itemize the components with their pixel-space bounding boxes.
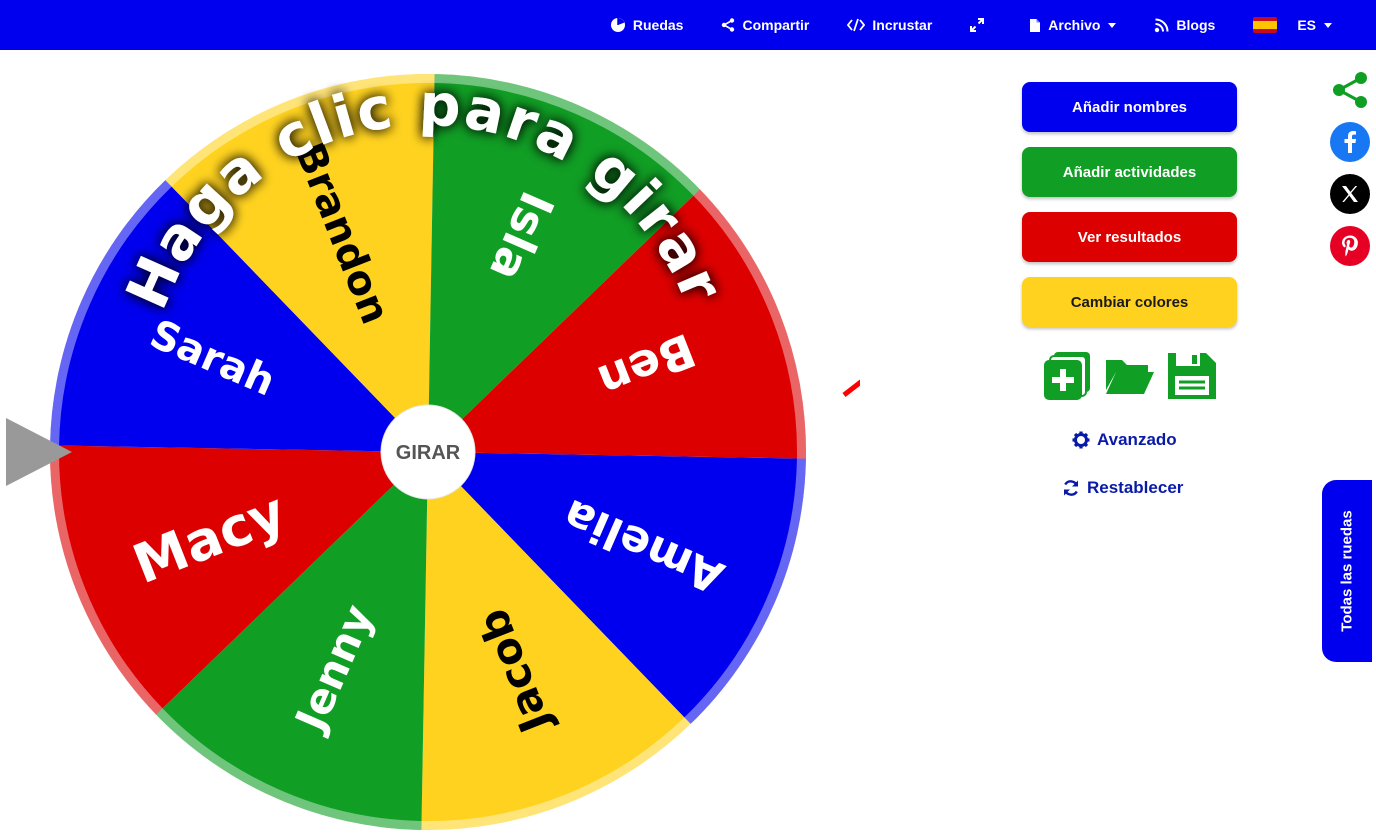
facebook-button[interactable] xyxy=(1330,122,1370,162)
chevron-down-icon xyxy=(1108,22,1117,28)
expand-icon xyxy=(970,18,985,32)
facebook-icon xyxy=(1344,131,1356,153)
blog-icon xyxy=(1155,18,1169,32)
nav-language[interactable]: ES xyxy=(1253,17,1332,33)
chevron-down-icon xyxy=(1324,22,1332,28)
add-activities-button[interactable]: Añadir actividades xyxy=(1022,147,1237,197)
save-icon[interactable] xyxy=(1166,350,1218,402)
spain-flag-icon xyxy=(1253,17,1278,33)
reset-label: Restablecer xyxy=(1087,478,1184,497)
all-wheels-label: Todas las ruedas xyxy=(1338,510,1356,632)
red-arrow-annotation xyxy=(842,379,860,397)
share-social-button[interactable] xyxy=(1330,70,1370,110)
file-icon xyxy=(1030,18,1041,32)
nav-language-label: ES xyxy=(1297,17,1316,33)
x-icon xyxy=(1342,186,1358,202)
spin-wheel[interactable]: AmeliaJacobJennyMacySarahBrandon IslaBen … xyxy=(0,0,860,836)
all-wheels-tab[interactable]: Todas las ruedas xyxy=(1322,480,1372,662)
share-icon xyxy=(1333,72,1367,108)
spin-button-label: GIRAR xyxy=(396,442,461,464)
change-colors-button[interactable]: Cambiar colores xyxy=(1022,277,1237,327)
pinterest-button[interactable] xyxy=(1330,226,1370,266)
view-results-button[interactable]: Ver resultados xyxy=(1022,212,1237,262)
new-file-icon[interactable] xyxy=(1042,350,1094,402)
pinterest-icon xyxy=(1342,235,1358,257)
add-names-button[interactable]: Añadir nombres xyxy=(1022,82,1237,132)
app-root: Ruedas Compartir Incrustar Archivo Blogs… xyxy=(0,0,1376,836)
advanced-label: Avanzado xyxy=(1097,430,1177,449)
file-actions xyxy=(1042,350,1228,402)
nav-file[interactable]: Archivo xyxy=(1029,17,1117,33)
open-folder-icon[interactable] xyxy=(1104,350,1156,402)
nav-fullscreen[interactable] xyxy=(970,18,991,32)
reset-link[interactable]: Restablecer xyxy=(1062,478,1183,498)
nav-embed-label: Incrustar xyxy=(872,17,933,33)
nav-blogs[interactable]: Blogs xyxy=(1154,17,1215,33)
nav-file-label: Archivo xyxy=(1048,17,1101,33)
nav-blogs-label: Blogs xyxy=(1176,17,1216,33)
nav-embed[interactable]: Incrustar xyxy=(847,17,932,33)
x-button[interactable] xyxy=(1330,174,1370,214)
advanced-link[interactable]: Avanzado xyxy=(1072,430,1177,450)
gear-icon xyxy=(1072,431,1090,449)
refresh-icon xyxy=(1063,480,1079,496)
